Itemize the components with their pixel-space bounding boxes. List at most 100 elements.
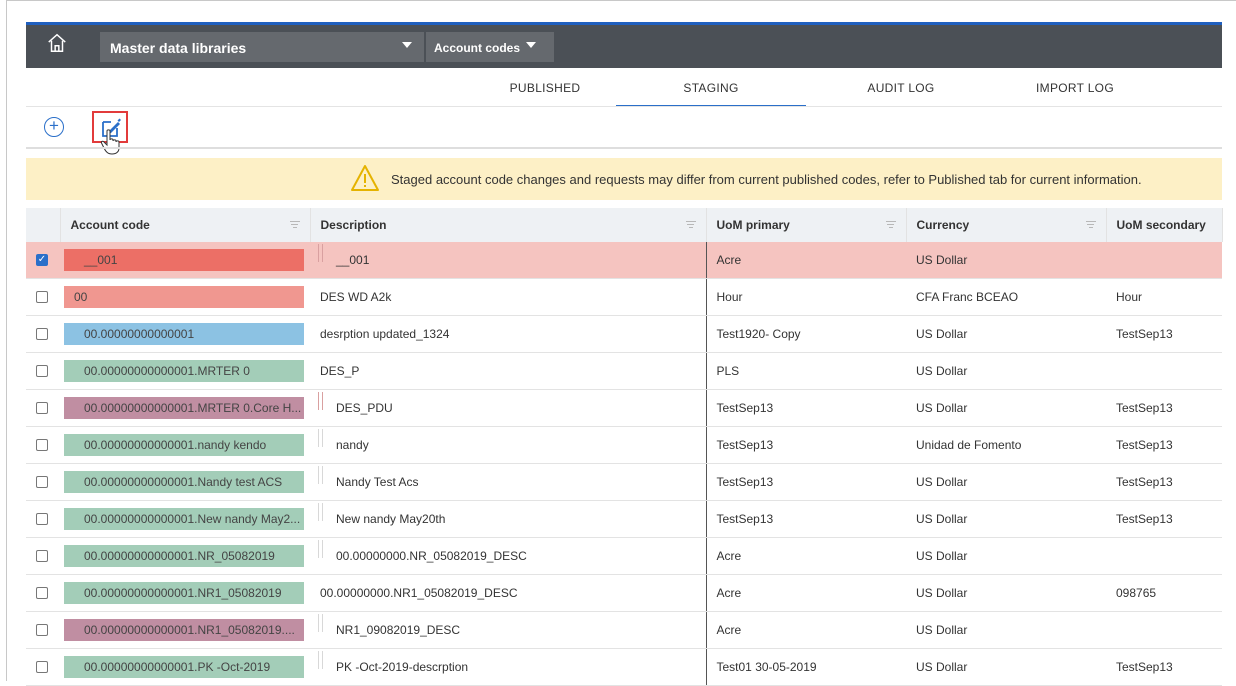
description-cell: PK -Oct-2019-descrption	[336, 660, 469, 674]
change-marker	[318, 651, 323, 669]
tab-audit-log[interactable]: AUDIT LOG	[806, 69, 996, 107]
currency-cell: US Dollar	[916, 401, 968, 415]
uom-secondary-cell: TestSep13	[1116, 401, 1173, 415]
description-cell: nandy	[336, 438, 369, 452]
home-icon	[48, 33, 66, 52]
divider	[26, 147, 1222, 149]
change-marker	[318, 503, 323, 521]
change-marker	[318, 540, 323, 558]
home-button[interactable]	[46, 32, 74, 60]
description-cell: desrption updated_1324	[320, 327, 450, 341]
library-type-select[interactable]: Account codes	[424, 32, 554, 62]
uom-secondary-cell	[1106, 253, 1116, 267]
table-row[interactable]: 00.00000000000001.New nandy May2... New …	[26, 500, 1222, 538]
row-checkbox[interactable]	[36, 587, 48, 599]
description-cell: DES_P	[320, 364, 360, 378]
column-header-currency[interactable]: Currency	[906, 208, 1107, 242]
filter-icon[interactable]	[685, 221, 696, 230]
top-navigation-bar: Master data libraries Account codes	[26, 22, 1222, 68]
description-cell: DES WD A2k	[320, 290, 392, 304]
change-marker	[318, 614, 323, 632]
change-marker	[318, 244, 323, 262]
library-type-value: Account codes	[434, 41, 521, 55]
filter-icon[interactable]	[289, 221, 300, 230]
table-row[interactable]: 00.00000000000001 desrption updated_1324…	[26, 315, 1222, 353]
description-cell: 00.00000000.NR_05082019_DESC	[336, 549, 527, 563]
currency-cell: US Dollar	[916, 623, 968, 637]
row-checkbox[interactable]	[36, 439, 48, 451]
account-code-cell: 00.00000000000001.nandy kendo	[64, 434, 304, 456]
add-button[interactable]: +	[44, 117, 64, 137]
row-checkbox[interactable]	[36, 661, 48, 673]
table-row[interactable]: 00 DES WD A2k Hour CFA Franc BCEAO Hour	[26, 278, 1222, 316]
column-header-account-code[interactable]: Account code	[60, 208, 311, 242]
row-checkbox[interactable]: ✓	[36, 254, 48, 266]
staging-warning-banner: Staged account code changes and requests…	[26, 158, 1222, 200]
account-code-cell: 00.00000000000001.PK -Oct-2019	[64, 656, 304, 678]
column-header-uom-secondary[interactable]: UoM secondary	[1106, 208, 1223, 242]
currency-cell: US Dollar	[916, 475, 968, 489]
row-checkbox[interactable]	[36, 365, 48, 377]
table-row[interactable]: 00.00000000000001.nandy kendo nandy Test…	[26, 426, 1222, 464]
account-code-cell: 00.00000000000001.NR1_05082019	[64, 582, 304, 604]
currency-cell: US Dollar	[916, 364, 968, 378]
currency-cell: US Dollar	[916, 660, 968, 674]
banner-message: Staged account code changes and requests…	[391, 172, 1142, 187]
library-select[interactable]: Master data libraries	[100, 32, 424, 62]
currency-cell: CFA Franc BCEAO	[916, 290, 1019, 304]
account-code-cell: 00.00000000000001.MRTER 0.Core H...	[64, 397, 304, 419]
row-checkbox[interactable]	[36, 550, 48, 562]
row-checkbox[interactable]	[36, 476, 48, 488]
table-row[interactable]: 00.00000000000001.Nandy test ACS Nandy T…	[26, 463, 1222, 501]
uom-secondary-cell: TestSep13	[1116, 438, 1173, 452]
uom-secondary-cell	[1106, 549, 1116, 563]
row-checkbox[interactable]	[36, 402, 48, 414]
change-marker	[318, 392, 323, 410]
account-code-cell: 00.00000000000001.MRTER 0	[64, 360, 304, 382]
table-row[interactable]: 00.00000000000001.PK -Oct-2019 PK -Oct-2…	[26, 648, 1222, 686]
account-code-cell: __001	[64, 249, 304, 271]
uom-primary-cell: TestSep13	[716, 438, 774, 452]
row-checkbox[interactable]	[36, 513, 48, 525]
column-header-uom-primary[interactable]: UoM primary	[705, 208, 907, 242]
currency-cell: US Dollar	[916, 512, 968, 526]
table-row[interactable]: 00.00000000000001.MRTER 0.Core H... DES_…	[26, 389, 1222, 427]
currency-cell: Unidad de Fomento	[916, 438, 1022, 452]
account-code-cell: 00.00000000000001.NR_05082019	[64, 545, 304, 567]
filter-icon[interactable]	[885, 221, 896, 230]
uom-primary-cell: PLS	[716, 364, 740, 378]
row-checkbox[interactable]	[36, 624, 48, 636]
description-cell: 00.00000000.NR1_05082019_DESC	[320, 586, 518, 600]
description-cell: Nandy Test Acs	[336, 475, 419, 489]
uom-primary-cell: Acre	[716, 549, 742, 563]
account-codes-table: Account code Description UoM primary Cur…	[26, 208, 1223, 686]
table-row[interactable]: 00.00000000000001.NR1_05082019.... NR1_0…	[26, 611, 1222, 649]
description-cell: __001	[336, 253, 370, 267]
window-border-left	[6, 0, 7, 681]
table-row[interactable]: 00.00000000000001.NR_05082019 00.0000000…	[26, 537, 1222, 575]
tab-import-log[interactable]: IMPORT LOG	[980, 69, 1170, 107]
uom-secondary-cell	[1106, 623, 1116, 637]
table-row[interactable]: 00.00000000000001.NR1_05082019 00.000000…	[26, 574, 1222, 612]
row-checkbox[interactable]	[36, 291, 48, 303]
uom-primary-cell: Acre	[716, 623, 742, 637]
account-code-cell: 00.00000000000001.NR1_05082019....	[64, 619, 304, 641]
column-header-description[interactable]: Description	[310, 208, 707, 242]
uom-primary-cell: Test1920- Copy	[716, 327, 801, 341]
tab-bar: PUBLISHED STAGING AUDIT LOG IMPORT LOG	[420, 69, 1222, 107]
row-checkbox[interactable]	[36, 328, 48, 340]
change-marker	[318, 466, 323, 484]
uom-primary-cell: Hour	[716, 290, 743, 304]
uom-primary-cell: TestSep13	[716, 512, 774, 526]
tab-published[interactable]: PUBLISHED	[450, 69, 640, 107]
add-icon: +	[49, 116, 59, 135]
currency-cell: US Dollar	[916, 253, 968, 267]
description-cell: New nandy May20th	[336, 512, 446, 526]
table-row[interactable]: 00.00000000000001.MRTER 0 DES_P PLS US D…	[26, 352, 1222, 390]
divider	[26, 106, 1222, 107]
table-row[interactable]: ✓ __001 __001 Acre US Dollar	[26, 242, 1222, 279]
chevron-down-icon	[402, 42, 412, 48]
tab-staging[interactable]: STAGING	[616, 69, 806, 107]
filter-icon[interactable]	[1085, 221, 1096, 230]
uom-secondary-cell: Hour	[1116, 290, 1143, 304]
